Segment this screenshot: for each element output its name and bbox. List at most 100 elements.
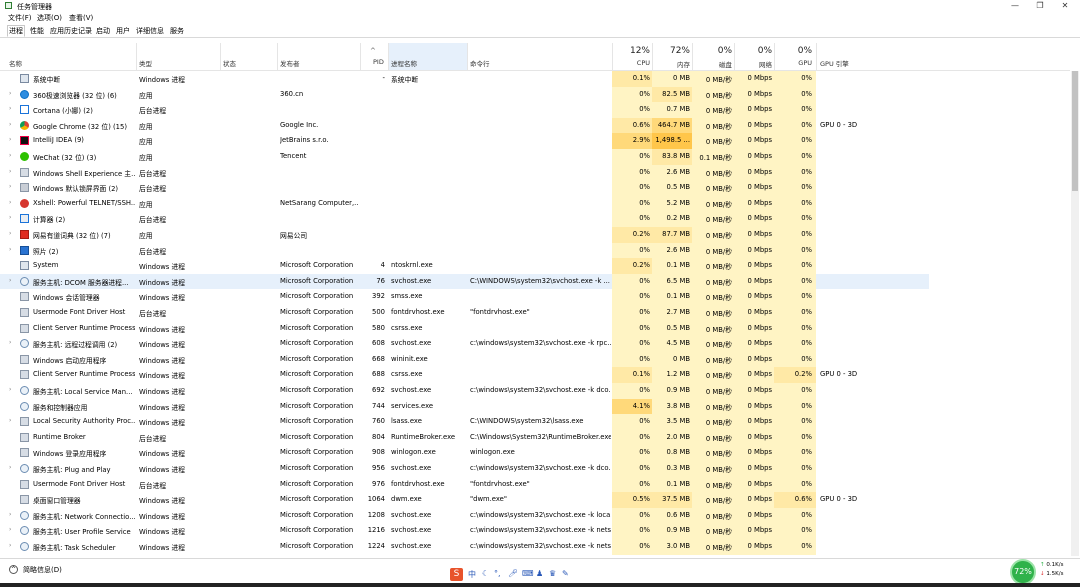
network-cell: 0 Mbps <box>747 167 772 176</box>
tab-startup[interactable]: 启动 <box>95 26 111 36</box>
table-row[interactable]: › 照片 (2) 后台进程 0% 2.6 MB 0 MB/秒 0 Mbps 0% <box>0 242 1070 259</box>
fewer-details-link[interactable]: 简略信息(D) <box>23 565 62 575</box>
col-process-name[interactable]: 进程名称 <box>391 58 417 68</box>
table-row[interactable]: › 服务主机: User Profile Service Windows 进程 Mic… <box>0 523 1070 539</box>
col-gpu[interactable]: GPU <box>774 59 812 67</box>
chevron-right-icon[interactable]: › <box>9 542 11 549</box>
table-row[interactable]: Runtime Broker 后台进程 Microsoft Corporation 8… <box>0 429 1070 446</box>
table-row[interactable]: › Local Security Authority Proc... Windows… <box>0 414 1070 430</box>
process-type-cell: 后台进程 <box>139 434 167 443</box>
table-row[interactable]: System Windows 进程 Microsoft Corporation 4 nt… <box>0 258 1070 274</box>
table-row[interactable]: › 服务主机: Network Connectio... Windows 进程 Mic… <box>0 507 1070 524</box>
skin-icon[interactable]: ♛ <box>549 569 556 578</box>
table-row[interactable]: › 服务主机: Plug and Play Windows 进程 Microsoft … <box>0 461 1070 477</box>
tab-users[interactable]: 用户 <box>115 26 131 36</box>
menu-options[interactable]: 选项(O) <box>37 13 62 23</box>
col-command-line[interactable]: 命令行 <box>470 58 490 68</box>
table-row[interactable]: › Xshell: Powerful TELNET/SSH... 应用 NetSara… <box>0 195 1070 212</box>
network-cell: 0 Mbps <box>747 370 772 379</box>
chevron-right-icon[interactable]: › <box>9 526 11 533</box>
table-row[interactable]: › Windows 默认锁屏界面 (2) 后台进程 0% 0.5 MB 0 MB/秒 0 M… <box>0 180 1070 196</box>
col-status[interactable]: 状态 <box>223 58 236 68</box>
tab-app-history[interactable]: 应用历史记录 <box>49 26 93 36</box>
tab-performance[interactable]: 性能 <box>29 26 45 36</box>
table-row[interactable]: › WeChat (32 位) (3) 应用 Tencent 0% 83.8 MB 0.1 … <box>0 149 1070 165</box>
col-publisher[interactable]: 发布者 <box>280 58 300 68</box>
table-row[interactable]: Usermode Font Driver Host 后台进程 Microsoft C… <box>0 476 1070 493</box>
table-row[interactable]: › 服务主机: Task Scheduler Windows 进程 Microsoft… <box>0 539 1070 555</box>
keyboard-icon[interactable]: ⌨ <box>522 569 534 578</box>
table-row[interactable]: 服务和控制器应用 Windows 进程 Microsoft Corporation 7… <box>0 398 1070 415</box>
col-disk[interactable]: 磁盘 <box>692 59 732 69</box>
chevron-right-icon[interactable]: › <box>9 417 11 424</box>
table-row[interactable]: › 计算器 (2) 后台进程 0% 0.2 MB 0 MB/秒 0 Mbps 0% <box>0 211 1070 227</box>
tab-processes[interactable]: 进程 <box>7 25 25 37</box>
command-line-cell: c:\windows\system32\svchost.exe -k nets.… <box>470 542 611 550</box>
ime-mode-label[interactable]: 中 <box>468 569 476 580</box>
table-row[interactable]: Windows 会话管理器 Windows 进程 Microsoft Corpora… <box>0 289 1070 305</box>
microphone-icon[interactable]: 🎤︎ <box>508 569 518 578</box>
table-row[interactable]: › IntelliJ IDEA (9) 应用 JetBrains s.r.o. 2.9%… <box>0 133 1070 149</box>
network-monitor-ball[interactable]: 72% <box>1010 559 1036 585</box>
chevron-right-icon[interactable]: › <box>9 199 11 206</box>
menu-file[interactable]: 文件(F) <box>8 13 32 23</box>
chevron-right-icon[interactable]: › <box>9 183 11 190</box>
table-row[interactable]: › 360极速浏览器 (32 位) (6) 应用 360.cn 0% 82.5 MB 0 M… <box>0 86 1070 103</box>
scrollbar-thumb[interactable] <box>1072 71 1078 191</box>
col-memory[interactable]: 内存 <box>652 59 690 69</box>
table-row[interactable]: Client Server Runtime Process Windows 进程 M… <box>0 320 1070 337</box>
col-pid[interactable]: PID <box>373 58 384 66</box>
table-row[interactable]: › 服务主机: Local Service Man... Windows 进程 Mic… <box>0 383 1070 399</box>
chevron-right-icon[interactable]: › <box>9 246 11 253</box>
table-row[interactable]: 桌面窗口管理器 Windows 进程 Microsoft Corporation 10… <box>0 492 1070 508</box>
chevron-right-icon[interactable]: › <box>9 277 11 284</box>
collapse-up-icon[interactable]: ^ <box>9 565 18 574</box>
col-type[interactable]: 类型 <box>139 58 152 68</box>
user-icon[interactable]: ♟ <box>536 569 543 578</box>
toolbox-icon[interactable]: ✎ <box>562 569 569 578</box>
chevron-right-icon[interactable]: › <box>9 105 11 112</box>
col-name[interactable]: 名称 <box>9 58 22 68</box>
disk-cell: 0 MB/秒 <box>705 419 732 428</box>
network-total: 0% <box>757 46 772 56</box>
chevron-right-icon[interactable]: › <box>9 136 11 143</box>
table-row[interactable]: Windows 启动应用程序 Windows 进程 Microsoft Corpor… <box>0 351 1070 368</box>
table-row[interactable]: › 网易有道词典 (32 位) (7) 应用 网易公司 0.2% 87.7 MB 0 MB/… <box>0 227 1070 243</box>
table-row[interactable]: Usermode Font Driver Host 后台进程 Microsoft C… <box>0 305 1070 321</box>
process-name-cell: Cortana (小娜) (2) <box>33 107 93 116</box>
tab-details[interactable]: 详细信息 <box>135 26 165 36</box>
chevron-right-icon[interactable]: › <box>9 121 11 128</box>
chevron-right-icon[interactable]: › <box>9 339 11 346</box>
chevron-right-icon[interactable]: › <box>9 230 11 237</box>
chevron-right-icon[interactable]: › <box>9 386 11 393</box>
punctuation-icon[interactable]: °, <box>494 569 501 578</box>
table-row[interactable]: › Cortana (小娜) (2) 后台进程 0% 0.7 MB 0 MB/秒 0 Mbp… <box>0 102 1070 118</box>
gpu-engine-cell: GPU 0 - 3D <box>820 495 858 504</box>
chevron-right-icon[interactable]: › <box>9 152 11 159</box>
table-row[interactable]: 系统中断 Windows 进程 - 系统中断 0.1% 0 MB 0 MB/秒 0 Mbps 0… <box>0 71 1070 87</box>
sogou-ime-icon[interactable]: S <box>450 568 463 581</box>
menu-view[interactable]: 查看(V) <box>69 13 93 23</box>
table-row[interactable]: › Windows Shell Experience 主... 后台进程 0% 2.6 … <box>0 164 1070 181</box>
chevron-right-icon[interactable]: › <box>9 464 11 471</box>
col-gpu-engine[interactable]: GPU 引擎 <box>820 58 849 68</box>
col-cpu[interactable]: CPU <box>612 59 650 67</box>
chevron-right-icon[interactable]: › <box>9 90 11 97</box>
table-row[interactable]: › Google Chrome (32 位) (15) 应用 Google Inc. 0… <box>0 117 1070 134</box>
gpu-cell: 0% <box>801 152 812 160</box>
memory-cell: 0.1 MB <box>666 261 691 270</box>
table-row[interactable]: Client Server Runtime Process Windows 进程 M… <box>0 367 1070 383</box>
col-network[interactable]: 网络 <box>734 59 772 69</box>
chevron-right-icon[interactable]: › <box>9 168 11 175</box>
chevron-right-icon[interactable]: › <box>9 511 11 518</box>
table-row[interactable]: › 服务主机: DCOM 服务器进程... Windows 进程 Microsoft … <box>0 273 929 290</box>
moon-icon[interactable]: ☾ <box>482 569 489 578</box>
process-name-cell: Client Server Runtime Process <box>33 370 135 379</box>
table-row[interactable]: Windows 登录应用程序 Windows 进程 Microsoft Corpor… <box>0 445 1070 461</box>
close-button[interactable]: ✕ <box>1050 0 1080 12</box>
tab-services[interactable]: 服务 <box>169 26 185 36</box>
table-row[interactable]: › 服务主机: 远程过程调用 (2) Windows 进程 Microsoft Cor… <box>0 336 1070 352</box>
vertical-scrollbar[interactable] <box>1071 71 1079 556</box>
network-cell: 0 Mbps <box>747 152 772 160</box>
chevron-right-icon[interactable]: › <box>9 214 11 221</box>
